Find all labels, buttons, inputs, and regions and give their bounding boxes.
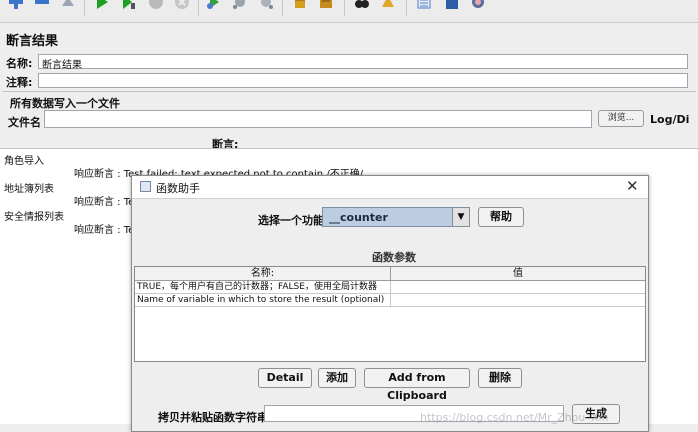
clear-icon[interactable] (60, 0, 76, 10)
stop-icon[interactable] (148, 0, 164, 10)
panel-title: 断言结果 (6, 34, 59, 49)
toolbar (0, 0, 698, 23)
add-icon[interactable] (8, 0, 24, 10)
start-icon[interactable] (94, 0, 110, 10)
group-title: 所有数据写入一个文件 (10, 97, 120, 110)
param-name-cell: TRUE，每个用户有自己的计数器；FALSE，使用全局计数器 (135, 281, 391, 293)
reset-search-icon[interactable] (380, 0, 396, 10)
help-button[interactable]: 帮助 (478, 207, 524, 227)
group-divider (2, 91, 696, 92)
comment-label: 注释: (6, 76, 33, 89)
watermark: https://blog.csdn.net/Mr_Zhou_Xin (420, 411, 609, 424)
chevron-down-icon[interactable]: ▼ (452, 208, 469, 226)
close-icon[interactable]: ✕ (626, 177, 639, 195)
browse-button[interactable]: 浏览... (598, 110, 644, 127)
dialog-app-icon (140, 181, 151, 192)
clear-results-icon[interactable] (318, 0, 334, 10)
table-row[interactable]: Name of variable in which to store the r… (135, 294, 645, 307)
column-header-value[interactable]: 值 (391, 267, 645, 280)
add-button[interactable]: 添加 (318, 368, 356, 388)
tree-item[interactable]: 角色导入 (4, 152, 44, 167)
tree-subitem[interactable]: 响应断言 : Tes (74, 193, 140, 208)
function-select-value: __counter (329, 211, 388, 224)
clear-all-icon[interactable] (292, 0, 308, 10)
function-helper-dialog: 函数助手 ✕ 选择一个功能 __counter ▼ 帮助 函数参数 名称: 值 … (131, 175, 649, 432)
search-icon[interactable] (354, 0, 370, 10)
remote-shutdown-icon[interactable] (258, 0, 274, 10)
dialog-titlebar[interactable]: 函数助手 ✕ (132, 176, 648, 199)
table-row[interactable]: TRUE，每个用户有自己的计数器；FALSE，使用全局计数器 (135, 281, 645, 294)
delete-button[interactable]: 删除 (478, 368, 522, 388)
templates-icon[interactable] (470, 0, 486, 10)
function-helper-icon[interactable] (416, 0, 432, 10)
shutdown-icon[interactable] (174, 0, 190, 10)
detail-button[interactable]: Detail (258, 368, 312, 388)
tree-item[interactable]: 安全情报列表 (4, 208, 64, 223)
log-display-label[interactable]: Log/Di (650, 113, 689, 126)
dialog-title: 函数助手 (156, 182, 200, 195)
help-icon[interactable] (444, 0, 460, 10)
column-header-name[interactable]: 名称: (135, 267, 391, 280)
add-from-clipboard-button[interactable]: Add from Clipboard (364, 368, 470, 402)
remote-start-icon[interactable] (206, 0, 222, 10)
start-no-pause-icon[interactable] (120, 0, 136, 10)
tree-item[interactable]: 地址簿列表 (4, 180, 54, 195)
filename-input[interactable] (44, 110, 592, 128)
remove-icon[interactable] (34, 0, 50, 10)
param-value-cell[interactable] (391, 281, 645, 293)
filename-label: 文件名 (8, 116, 41, 129)
name-field[interactable]: 断言结果 (38, 54, 688, 71)
tree-subitem[interactable]: 响应断言 : Tes (74, 221, 140, 236)
function-select-label: 选择一个功能 (258, 214, 324, 227)
function-params-table[interactable]: 名称: 值 TRUE，每个用户有自己的计数器；FALSE，使用全局计数器 Nam… (134, 266, 646, 362)
function-params-title: 函数参数 (372, 251, 416, 264)
comment-field[interactable] (38, 73, 688, 88)
param-value-cell[interactable] (391, 294, 645, 306)
name-label: 名称: (6, 57, 33, 70)
param-name-cell: Name of variable in which to store the r… (135, 294, 391, 306)
table-header: 名称: 值 (135, 267, 645, 281)
remote-stop-icon[interactable] (232, 0, 248, 10)
function-select[interactable]: __counter ▼ (322, 207, 470, 227)
